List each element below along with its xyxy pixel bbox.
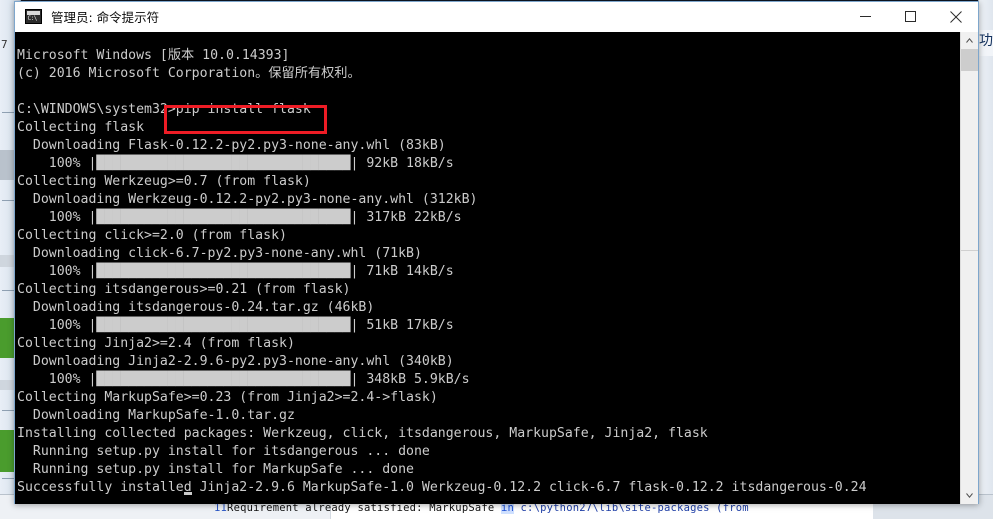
terminal-scrollbar[interactable] <box>960 32 978 504</box>
window-controls <box>843 2 978 31</box>
terminal-cursor <box>184 492 192 495</box>
scroll-down-arrow[interactable] <box>961 487 978 504</box>
cmd-icon <box>25 9 42 24</box>
command-prompt-window: 管理员: 命令提示符 <box>14 1 979 504</box>
background-window-right-edge[interactable] <box>978 0 993 519</box>
terminal-text: Microsoft Windows [版本 10.0.14393] (c) 20… <box>17 48 867 496</box>
minimize-button[interactable] <box>843 2 888 31</box>
background-gutter-number: 7 <box>1 38 8 51</box>
window-title: 管理员: 命令提示符 <box>51 10 160 25</box>
title-bar[interactable]: 管理员: 命令提示符 <box>15 2 978 32</box>
scroll-up-arrow[interactable] <box>961 32 978 49</box>
scrollbar-thumb[interactable] <box>961 49 978 71</box>
close-button[interactable] <box>933 2 978 31</box>
screen: 7 功 11Requirement already satisfied: Mar… <box>0 0 993 519</box>
terminal-output-area[interactable]: Microsoft Windows [版本 10.0.14393] (c) 20… <box>15 32 978 504</box>
scrollbar-tick <box>961 250 978 251</box>
maximize-button[interactable] <box>888 2 933 31</box>
background-right-label: 功 <box>979 30 993 56</box>
